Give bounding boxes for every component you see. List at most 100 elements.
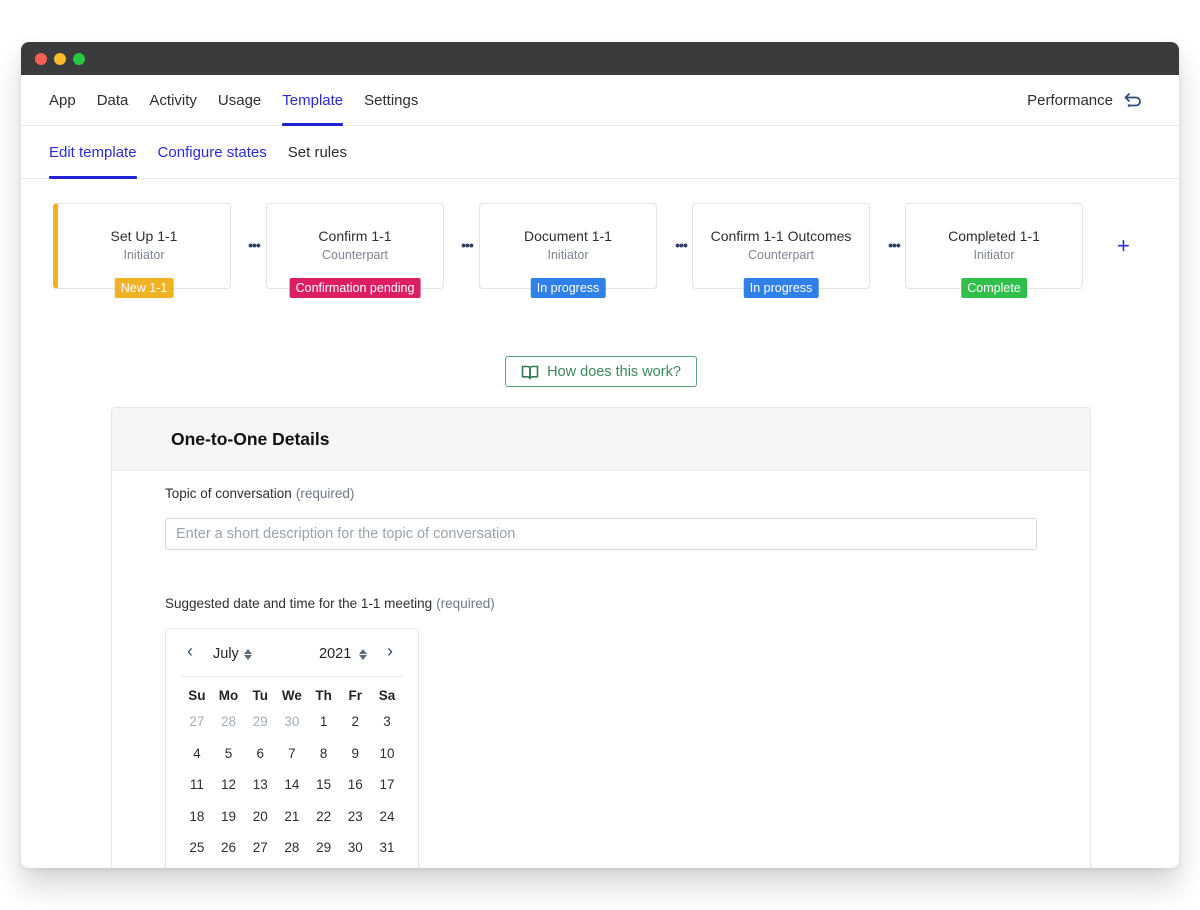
state-card[interactable]: Completed 1-1 Initiator Complete xyxy=(905,203,1083,298)
topic-label-text: Topic of conversation xyxy=(165,486,292,501)
previous-month-button[interactable]: ‹ xyxy=(187,642,193,660)
calendar-day[interactable]: 9 xyxy=(339,746,371,761)
state-card[interactable]: Set Up 1-1 Initiator New 1-1 xyxy=(53,203,231,298)
state-title: Set Up 1-1 xyxy=(110,228,178,244)
state-title: Confirm 1-1 xyxy=(318,228,392,244)
sort-arrows-icon xyxy=(243,648,252,660)
more-options-icon[interactable]: ••• xyxy=(883,237,905,253)
status-badge: New 1-1 xyxy=(114,278,174,298)
nav-tab-data[interactable]: Data xyxy=(97,75,129,125)
sub-navigation: Edit template Configure states Set rules xyxy=(21,126,1179,179)
status-badge: Complete xyxy=(961,278,1027,298)
nav-tab-template[interactable]: Template xyxy=(282,75,343,126)
calendar-day[interactable]: 24 xyxy=(371,809,403,824)
weekday-label: Tu xyxy=(252,687,268,703)
calendar-day[interactable]: 14 xyxy=(276,777,308,792)
weekday-label: Sa xyxy=(378,687,396,703)
add-state-button[interactable]: + xyxy=(1117,235,1130,257)
maximize-window-button[interactable] xyxy=(73,52,85,65)
date-label-text: Suggested date and time for the 1-1 meet… xyxy=(165,596,433,611)
calendar-day[interactable]: 5 xyxy=(213,746,245,761)
calendar-day[interactable]: 26 xyxy=(213,840,245,855)
calendar-day[interactable]: 13 xyxy=(244,777,276,792)
top-navigation: App Data Activity Usage Template Setting… xyxy=(21,75,1179,126)
calendar-day[interactable]: 11 xyxy=(181,777,213,792)
back-arrow-icon[interactable] xyxy=(1123,91,1143,109)
calendar-day[interactable]: 3 xyxy=(371,714,403,729)
state-role: Counterpart xyxy=(747,248,814,262)
weekday-header-row: Su Mo Tu We Th Fr Sa xyxy=(181,684,403,706)
calendar-day[interactable]: 29 xyxy=(308,840,340,855)
calendar-day[interactable]: 31 xyxy=(371,840,403,855)
calendar-week-row: 4 5 6 7 8 9 10 xyxy=(181,738,403,770)
calendar-day[interactable]: 2 xyxy=(339,714,371,729)
calendar-day[interactable]: 25 xyxy=(181,840,213,855)
calendar-day[interactable]: 16 xyxy=(339,777,371,792)
subtab-edit-template[interactable]: Edit template xyxy=(49,126,137,179)
status-badge: Confirmation pending xyxy=(289,278,421,298)
calendar-day[interactable]: 12 xyxy=(213,777,245,792)
weekday-label: Th xyxy=(315,687,332,703)
calendar-day[interactable]: 1 xyxy=(308,714,340,729)
calendar-day[interactable]: 27 xyxy=(244,840,276,855)
calendar-day[interactable]: 22 xyxy=(308,809,340,824)
nav-tab-settings[interactable]: Settings xyxy=(364,75,418,125)
state-flow: Set Up 1-1 Initiator New 1-1 ••• Confirm… xyxy=(53,203,1153,303)
more-options-icon[interactable]: ••• xyxy=(243,237,265,253)
state-role: Initiator xyxy=(547,248,589,262)
more-options-icon[interactable]: ••• xyxy=(670,237,692,253)
weekday-label: Mo xyxy=(218,687,239,703)
calendar-day-outside-month[interactable]: 29 xyxy=(244,714,276,729)
subtab-configure-states[interactable]: Configure states xyxy=(158,126,267,178)
calendar-day[interactable]: 6 xyxy=(244,746,276,761)
app-window: App Data Activity Usage Template Setting… xyxy=(21,42,1179,868)
topic-input[interactable] xyxy=(165,518,1037,550)
calendar-day[interactable]: 18 xyxy=(181,809,213,824)
calendar-day[interactable]: 17 xyxy=(371,777,403,792)
calendar-day[interactable]: 20 xyxy=(244,809,276,824)
calendar-day-outside-month[interactable]: 27 xyxy=(181,714,213,729)
calendar-day-outside-month[interactable]: 28 xyxy=(213,714,245,729)
more-options-icon[interactable]: ••• xyxy=(456,237,478,253)
calendar-grid: Su Mo Tu We Th Fr Sa 27 28 29 30 1 2 3 4 5 6 7 8 9 10… xyxy=(181,684,403,864)
calendar-weeks: 27 28 29 30 1 2 3 4 5 6 7 8 9 10 11 12 13 14 15 16 17 18 19 20 2… xyxy=(181,706,403,864)
minimize-window-button[interactable] xyxy=(54,52,66,65)
subtab-set-rules[interactable]: Set rules xyxy=(288,126,347,178)
calendar-day[interactable]: 28 xyxy=(276,840,308,855)
month-value: July xyxy=(213,646,239,662)
state-role: Counterpart xyxy=(321,248,388,262)
calendar-day[interactable]: 30 xyxy=(339,840,371,855)
next-month-button[interactable]: › xyxy=(387,642,393,660)
nav-tab-app[interactable]: App xyxy=(49,75,76,125)
state-card[interactable]: Confirm 1-1 Outcomes Counterpart In prog… xyxy=(692,203,870,298)
state-title: Confirm 1-1 Outcomes xyxy=(710,228,852,244)
nav-tab-usage[interactable]: Usage xyxy=(218,75,261,125)
calendar-week-row: 27 28 29 30 1 2 3 xyxy=(181,706,403,738)
close-window-button[interactable] xyxy=(35,52,47,65)
details-header: One-to-One Details xyxy=(112,408,1090,471)
topic-label: Topic of conversation (required) xyxy=(165,486,354,501)
month-select[interactable]: July xyxy=(213,646,252,662)
nav-tab-activity[interactable]: Activity xyxy=(149,75,197,125)
calendar-day[interactable]: 8 xyxy=(308,746,340,761)
year-select[interactable]: 2021 xyxy=(319,646,368,662)
year-value: 2021 xyxy=(319,646,352,662)
state-card[interactable]: Confirm 1-1 Counterpart Confirmation pen… xyxy=(266,203,444,298)
calendar-day-outside-month[interactable]: 30 xyxy=(276,714,308,729)
how-does-this-work-button[interactable]: How does this work? xyxy=(505,356,697,387)
title-bar xyxy=(21,42,1179,75)
required-hint: (required) xyxy=(295,486,355,501)
calendar-day[interactable]: 15 xyxy=(308,777,340,792)
calendar-day[interactable]: 10 xyxy=(371,746,403,761)
status-badge: In progress xyxy=(530,278,606,298)
state-role: Initiator xyxy=(123,248,165,262)
state-card[interactable]: Document 1-1 Initiator In progress xyxy=(479,203,657,298)
calendar-day[interactable]: 4 xyxy=(181,746,213,761)
calendar-day[interactable]: 23 xyxy=(339,809,371,824)
performance-link[interactable]: Performance xyxy=(1027,75,1143,125)
calendar-day[interactable]: 19 xyxy=(213,809,245,824)
date-picker: ‹ July 2021 › Su Mo Tu We Th Fr Sa 27 28… xyxy=(165,628,419,868)
calendar-day[interactable]: 7 xyxy=(276,746,308,761)
calendar-week-row: 18 19 20 21 22 23 24 xyxy=(181,801,403,833)
calendar-day[interactable]: 21 xyxy=(276,809,308,824)
